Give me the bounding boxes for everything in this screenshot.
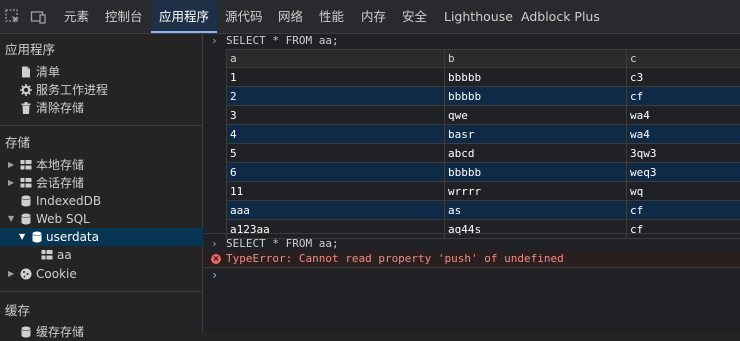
table-cell: wa4: [627, 125, 740, 144]
table-cell: abcd: [445, 144, 627, 163]
table-cell: wrrrr: [445, 182, 627, 201]
table-row[interactable]: 1bbbbbc3: [227, 68, 740, 87]
table-cell: cf: [627, 87, 740, 106]
sidebar-item-cookie[interactable]: ▶ Cookie: [0, 265, 203, 283]
tab-memory[interactable]: 内存: [353, 0, 394, 33]
collapse-triangle-icon[interactable]: ▼: [19, 228, 25, 246]
table-cell: weq3: [627, 163, 740, 182]
tab-elements[interactable]: 元素: [56, 0, 97, 33]
table-cell: bbbbb: [445, 68, 627, 87]
sidebar-divider: [0, 125, 203, 126]
error-icon: ×: [211, 254, 221, 264]
sidebar-item-table-aa[interactable]: aa: [0, 246, 203, 264]
section-header-application: 应用程序: [0, 41, 203, 59]
section-header-storage: 存储: [0, 134, 203, 152]
tab-adblock-plus[interactable]: Adblock Plus: [513, 0, 608, 33]
expand-triangle-icon[interactable]: ▶: [8, 174, 14, 192]
expand-triangle-icon[interactable]: ▶: [8, 265, 14, 283]
table-cell: 3qw3: [627, 144, 740, 163]
tab-sources[interactable]: 源代码: [217, 0, 271, 33]
table-cell: qwe: [445, 106, 627, 125]
table-icon: [41, 249, 53, 261]
application-sidebar: 应用程序 清单 服务工作进程 清除存储 存储 ▶ 本地存储 ▶ 会话存储 Ind…: [0, 34, 203, 332]
table-row[interactable]: aaaascf: [227, 201, 740, 220]
inspect-element-icon[interactable]: [4, 8, 22, 26]
grid-icon: [20, 159, 32, 171]
devtools-toolbar: 元素 控制台 应用程序 源代码 网络 性能 内存 安全 Lighthouse A…: [0, 0, 740, 34]
prompt-chevron-icon: ›: [211, 236, 218, 252]
console-input[interactable]: ›: [204, 267, 740, 283]
table-row[interactable]: 5abcd3qw3: [227, 144, 740, 163]
error-message-line: × TypeError: Cannot read property 'push'…: [204, 251, 740, 267]
table-cell: 6: [227, 163, 445, 182]
sidebar-item-userdata[interactable]: ▼ userdata: [0, 228, 203, 246]
sidebar-item-local-storage[interactable]: ▶ 本地存储: [0, 156, 203, 174]
column-header[interactable]: c: [627, 50, 740, 68]
table-row[interactable]: 2bbbbbcf: [227, 87, 740, 106]
sidebar-item-cache-storage[interactable]: 缓存存储: [0, 323, 203, 341]
tab-console[interactable]: 控制台: [97, 0, 151, 33]
table-cell: c3: [627, 68, 740, 87]
table-cell: wq: [627, 182, 740, 201]
sidebar-item-service-workers[interactable]: 服务工作进程: [0, 81, 203, 99]
table-row[interactable]: 3qwewa4: [227, 106, 740, 125]
web-sql-console: › SELECT * FROM aa; a b c 1bbbbbc3 2bbbb…: [204, 34, 740, 332]
cookie-icon: [20, 268, 32, 280]
sidebar-item-indexeddb[interactable]: IndexedDB: [0, 192, 203, 210]
table-cell: basr: [445, 125, 627, 144]
table-cell: 4: [227, 125, 445, 144]
tab-performance[interactable]: 性能: [311, 0, 352, 33]
prompt-chevron-icon: ›: [211, 33, 218, 49]
sidebar-item-clear-storage[interactable]: 清除存储: [0, 99, 203, 117]
database-icon: [31, 231, 43, 243]
table-row[interactable]: 6bbbbbweq3: [227, 163, 740, 182]
table-cell: aaa: [227, 201, 445, 220]
query-result-table: a b c 1bbbbbc3 2bbbbbcf 3qwewa4 4basrwa4…: [226, 49, 740, 239]
section-header-cache: 缓存: [0, 302, 203, 320]
collapse-triangle-icon[interactable]: ▼: [8, 210, 14, 228]
table-cell: cf: [627, 201, 740, 220]
table-cell: 1: [227, 68, 445, 87]
grid-icon: [20, 177, 32, 189]
database-icon: [20, 195, 32, 207]
tab-network[interactable]: 网络: [270, 0, 311, 33]
database-icon: [20, 213, 32, 225]
tab-security[interactable]: 安全: [394, 0, 435, 33]
expand-triangle-icon[interactable]: ▶: [8, 156, 14, 174]
sidebar-divider: [0, 291, 203, 292]
input-prompt-chevron-icon: ›: [211, 267, 218, 283]
table-cell: 3: [227, 106, 445, 125]
column-header[interactable]: a: [227, 50, 445, 68]
table-cell: bbbbb: [445, 163, 627, 182]
query-echo-line: › SELECT * FROM aa;: [204, 236, 740, 252]
trash-icon: [20, 102, 32, 114]
sidebar-item-web-sql[interactable]: ▼ Web SQL: [0, 210, 203, 228]
gear-icon: [20, 84, 32, 96]
table-row[interactable]: 4basrwa4: [227, 125, 740, 144]
sidebar-item-manifest[interactable]: 清单: [0, 63, 203, 81]
console-separator: [204, 233, 740, 234]
table-cell: wa4: [627, 106, 740, 125]
table-cell: bbbbb: [445, 87, 627, 106]
table-cell: 2: [227, 87, 445, 106]
sidebar-item-session-storage[interactable]: ▶ 会话存储: [0, 174, 203, 192]
column-header[interactable]: b: [445, 50, 627, 68]
table-cell: 5: [227, 144, 445, 163]
table-cell: as: [445, 201, 627, 220]
table-cell: 11: [227, 182, 445, 201]
document-icon: [20, 66, 32, 78]
query-echo-line: › SELECT * FROM aa;: [204, 33, 740, 49]
table-row[interactable]: 11wrrrrwq: [227, 182, 740, 201]
tab-application[interactable]: 应用程序: [151, 0, 217, 33]
table-header-row: a b c: [227, 50, 740, 68]
device-toolbar-icon[interactable]: [30, 8, 48, 26]
database-icon: [20, 326, 32, 338]
tab-lighthouse[interactable]: Lighthouse: [436, 0, 521, 33]
